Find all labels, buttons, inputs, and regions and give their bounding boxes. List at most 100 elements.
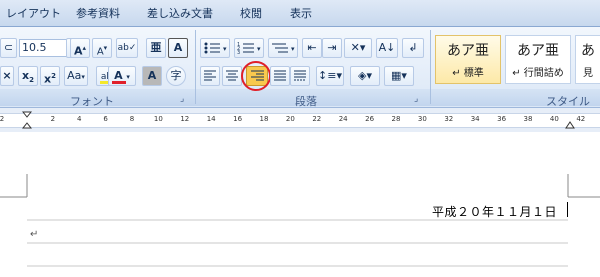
shading-button[interactable]: ◈▾: [350, 66, 380, 86]
font-dialog-launcher[interactable]: ⌟: [180, 94, 184, 104]
ruler-tick-label: 36: [497, 115, 507, 123]
numbered-list-icon: 123 ▾: [237, 42, 261, 56]
style-normal[interactable]: あア亜 ↵ 標準: [435, 35, 501, 84]
group-separator: [195, 30, 196, 104]
style-preview: あ: [581, 43, 595, 59]
tab-mailings[interactable]: 差し込み文書: [147, 5, 213, 21]
right-indent-marker-icon: [565, 121, 575, 129]
tab-view[interactable]: 表示: [290, 5, 312, 21]
style-heading[interactable]: あ 見: [575, 35, 600, 84]
bullet-list-icon: ▾: [204, 42, 227, 54]
paragraph-dialog-launcher[interactable]: ⌟: [414, 94, 418, 104]
style-preview: あア亜: [447, 43, 489, 59]
style-no-spacing[interactable]: あア亜 ↵ 行間詰め: [505, 35, 571, 84]
line-spacing-icon: ↕≡▾: [318, 69, 342, 82]
svg-text:▾: ▾: [223, 45, 227, 53]
text-cursor: [567, 202, 568, 217]
style-preview: あア亜: [517, 43, 559, 59]
align-left-button[interactable]: [200, 66, 220, 86]
paint-bucket-icon: ◈▾: [358, 69, 372, 82]
right-indent-marker[interactable]: [565, 110, 575, 130]
font-color-button[interactable]: A ▾: [108, 66, 136, 86]
style-name: ↵ 行間詰め: [512, 68, 564, 79]
subscript-button[interactable]: x2: [18, 66, 38, 86]
show-formatting-marks-button[interactable]: ↲: [402, 38, 424, 58]
decrease-indent-button[interactable]: ⇤: [302, 38, 322, 58]
ruler-strip: [0, 113, 600, 128]
align-center-icon: [226, 70, 238, 81]
ruler-tick-label: 34: [470, 115, 480, 123]
justify-button[interactable]: [270, 66, 290, 86]
ruler-tick-label: 4: [76, 115, 82, 123]
ruler-tick-label: 2: [0, 115, 5, 123]
phonetic-guide-icon: 亜: [150, 41, 162, 54]
asian-layout-button[interactable]: ✕▾: [344, 38, 372, 58]
justify-icon: [274, 70, 286, 81]
character-border-button[interactable]: A: [168, 38, 188, 58]
clear-formatting-button[interactable]: ab✓: [116, 38, 138, 58]
font-color-bar: [112, 81, 126, 84]
ruler-tick-label: 24: [338, 115, 348, 123]
tab-review[interactable]: 校閲: [240, 5, 262, 21]
style-name: ↵ 標準: [452, 68, 484, 79]
group-separator: [430, 30, 431, 104]
ruler-tick-label: 22: [312, 115, 322, 123]
character-shading-button[interactable]: A: [142, 66, 162, 86]
ruler-tick-label: 26: [365, 115, 375, 123]
grow-font-button[interactable]: A▴: [70, 38, 90, 58]
phonetic-guide-button[interactable]: 亜: [146, 38, 166, 58]
indent-marker-icon: [21, 111, 33, 129]
align-center-button[interactable]: [222, 66, 242, 86]
ruler-tick-label: 32: [444, 115, 454, 123]
numbering-button[interactable]: 1 2 3 ▾: [234, 38, 264, 58]
ruler-tick-label: 20: [285, 115, 295, 123]
tab-references[interactable]: 参考資料: [76, 5, 120, 21]
paragraph-mark-icon: ↲: [408, 41, 418, 54]
clear-formatting-icon: ab✓: [117, 43, 137, 53]
ruler-tick-label: 12: [180, 115, 190, 123]
ruler-tick-label: 28: [391, 115, 401, 123]
style-name: 見: [583, 68, 593, 79]
enclose-characters-button[interactable]: 字: [166, 66, 186, 86]
document-date-line: 平成２０年１１月１日: [432, 205, 558, 219]
svg-text:3: 3: [237, 50, 240, 56]
ruler-tick-label: 6: [103, 115, 108, 123]
increase-indent-icon: ⇥: [327, 41, 337, 54]
shrink-font-button[interactable]: A▾: [92, 38, 112, 58]
borders-icon: ▦▾: [391, 69, 407, 82]
font-size-input[interactable]: 10.5: [19, 39, 67, 57]
multilevel-list-button[interactable]: ▾: [268, 38, 298, 58]
ruler-tick-label: 14: [206, 115, 216, 123]
ruler-tick-label: 30: [417, 115, 427, 123]
font-name-dropdown-edge[interactable]: ⊂: [0, 38, 17, 58]
borders-button[interactable]: ▦▾: [384, 66, 414, 86]
bullets-button[interactable]: ▾: [200, 38, 230, 58]
line-spacing-button[interactable]: ↕≡▾: [316, 66, 344, 86]
decrease-indent-icon: ⇤: [307, 41, 317, 54]
svg-text:▾: ▾: [291, 45, 295, 53]
paragraph-mark: ↵: [30, 229, 39, 240]
superscript-button[interactable]: x2: [40, 66, 60, 86]
highlight-circle: [241, 61, 271, 91]
distribute-button[interactable]: [290, 66, 310, 86]
sort-button[interactable]: A↓: [376, 38, 398, 58]
tab-layout[interactable]: レイアウト: [6, 5, 61, 21]
horizontal-ruler[interactable]: 2 2 4 6 8 10 12 14 16 18 20 22 24 26 28 30 32 34 36 38 40 42: [0, 107, 600, 133]
svg-text:▾: ▾: [257, 45, 261, 53]
align-left-icon: [204, 70, 216, 81]
increase-indent-button[interactable]: ⇥: [322, 38, 342, 58]
ruler-tick-label: 38: [523, 115, 533, 123]
ribbon-tab-bar: レイアウト 参考資料 差し込み文書 校閲 表示: [0, 0, 600, 27]
ruler-tick-label: 40: [549, 115, 559, 123]
sort-icon: A↓: [378, 41, 396, 54]
ruler-tick-label: 2: [50, 115, 56, 123]
ruler-tick-label: 8: [129, 115, 135, 123]
ruler-tick-label: 42: [576, 115, 586, 123]
ruler-tick-label: 16: [233, 115, 243, 123]
ruler-tick-label: 18: [259, 115, 269, 123]
ruler-tick-label: 10: [153, 115, 163, 123]
change-case-button[interactable]: Aa▾: [64, 66, 88, 86]
distribute-icon: [294, 70, 306, 81]
indent-marker[interactable]: [21, 110, 33, 130]
strikethrough-button[interactable]: ×: [0, 66, 14, 86]
